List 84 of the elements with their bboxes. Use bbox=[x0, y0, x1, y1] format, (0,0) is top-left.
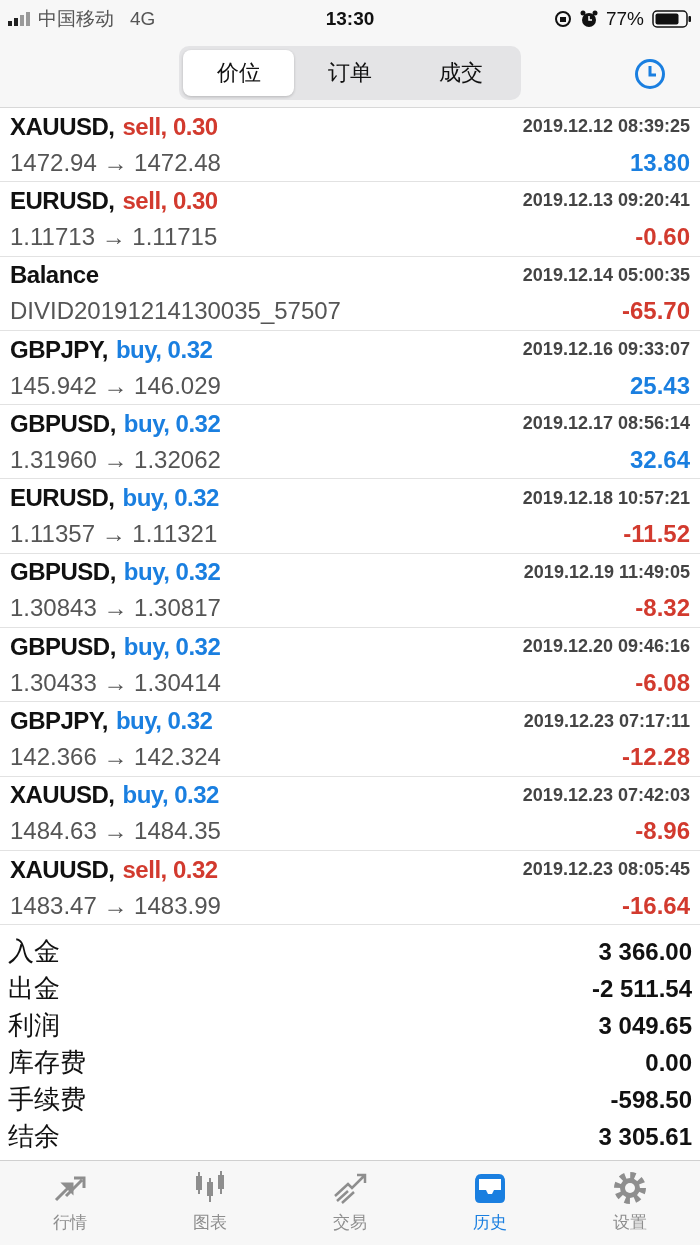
deal-time: 2019.12.17 08:56:14 bbox=[522, 412, 690, 436]
symbol-label: GBPJPY, bbox=[10, 334, 108, 365]
summary-label: 结余 bbox=[8, 1120, 60, 1154]
network-type: 4G bbox=[130, 6, 156, 31]
price-change: 1.30433 → 1.30414 bbox=[10, 667, 221, 698]
price-change: 142.366 → 142.324 bbox=[10, 742, 221, 772]
symbol-label: GBPUSD, bbox=[10, 557, 116, 588]
profit-value: 13.80 bbox=[629, 147, 690, 178]
price-change: 145.942 → 146.029 bbox=[10, 370, 221, 401]
order-side-volume: sell, 0.30 bbox=[122, 111, 218, 142]
tab-bar-item[interactable]: 交易 bbox=[295, 1210, 405, 1236]
history-clock-icon[interactable] bbox=[634, 58, 666, 90]
deal-time: 2019.12.12 08:39:25 bbox=[522, 115, 690, 139]
battery-percent: 77% bbox=[605, 6, 644, 31]
deal-time: 2019.12.13 09:20:41 bbox=[522, 189, 690, 213]
order-side-volume: sell, 0.30 bbox=[122, 185, 218, 216]
order-side-volume: buy, 0.32 bbox=[122, 483, 219, 514]
symbol-label: Balance bbox=[10, 260, 99, 291]
summary-value: 0.00 bbox=[645, 1047, 692, 1078]
profit-value: 25.43 bbox=[629, 370, 690, 401]
tab-bar-item[interactable]: 图表 bbox=[155, 1210, 265, 1236]
deal-time: 2019.12.18 10:57:21 bbox=[522, 486, 690, 510]
deal-time: 2019.12.23 08:05:45 bbox=[522, 858, 690, 882]
profit-value: -0.60 bbox=[635, 221, 690, 252]
profit-value: -6.08 bbox=[635, 667, 690, 698]
order-side-volume: sell, 0.32 bbox=[122, 854, 218, 885]
price-change: 1483.47 → 1483.99 bbox=[10, 890, 221, 921]
segment-tab[interactable]: 成交 bbox=[405, 49, 517, 96]
profit-value: -8.96 bbox=[635, 816, 690, 847]
order-side-volume: buy, 0.32 bbox=[115, 334, 213, 365]
summary-label: 库存费 bbox=[8, 1046, 86, 1080]
summary-value: 3 049.65 bbox=[598, 1010, 692, 1041]
symbol-label: GBPUSD, bbox=[10, 408, 116, 439]
summary-value: -2 511.54 bbox=[591, 973, 692, 1004]
order-side-volume: buy, 0.32 bbox=[123, 408, 221, 439]
summary-value: -598.50 bbox=[610, 1084, 692, 1115]
price-change: 1.30843 → 1.30817 bbox=[10, 593, 221, 624]
symbol-label: GBPUSD, bbox=[10, 631, 116, 662]
price-change: 1484.63 → 1484.35 bbox=[10, 816, 221, 847]
segment-tab[interactable]: 价位 bbox=[183, 49, 295, 96]
order-side-volume: buy, 0.32 bbox=[122, 780, 219, 811]
carrier-name: 中国移动 bbox=[38, 6, 114, 31]
summary-label: 手续费 bbox=[8, 1083, 86, 1117]
profit-value: -11.52 bbox=[623, 519, 690, 550]
symbol-label: EURUSD, bbox=[10, 483, 115, 514]
profit-value: -65.70 bbox=[621, 296, 690, 327]
balance-comment: DIVID20191214130035_57507 bbox=[10, 296, 341, 327]
symbol-label: XAUUSD, bbox=[10, 111, 115, 142]
profit-value: 32.64 bbox=[629, 444, 690, 475]
tab-bar-item[interactable]: 行情 bbox=[15, 1210, 125, 1236]
price-change: 1472.94 → 1472.48 bbox=[10, 147, 221, 178]
signal-icon bbox=[8, 12, 30, 26]
summary-label: 利润 bbox=[8, 1009, 60, 1043]
alarm-icon bbox=[579, 10, 598, 28]
battery-icon bbox=[652, 10, 692, 28]
order-side-volume: buy, 0.32 bbox=[123, 557, 221, 588]
tab-bar-item[interactable]: 历史 bbox=[435, 1210, 545, 1236]
rotation-lock-icon bbox=[553, 10, 572, 28]
segment-tab[interactable]: 订单 bbox=[294, 49, 406, 96]
profit-value: -8.32 bbox=[635, 593, 690, 624]
price-change: 1.11357 → 1.11321 bbox=[10, 519, 218, 550]
symbol-label: EURUSD, bbox=[10, 185, 115, 216]
settings-icon[interactable] bbox=[612, 1170, 648, 1207]
order-side-volume: buy, 0.32 bbox=[115, 706, 213, 736]
deal-time: 2019.12.14 05:00:35 bbox=[522, 263, 690, 287]
profit-value: -12.28 bbox=[621, 742, 690, 772]
symbol-label: GBPJPY, bbox=[10, 706, 108, 736]
summary-value: 3 305.61 bbox=[598, 1121, 692, 1152]
clock-time: 13:30 bbox=[325, 7, 375, 29]
order-side-volume: buy, 0.32 bbox=[123, 631, 221, 662]
tab-bar-item[interactable]: 设置 bbox=[575, 1210, 685, 1236]
summary-value: 3 366.00 bbox=[598, 936, 692, 967]
summary-label: 出金 bbox=[8, 972, 60, 1006]
deal-time: 2019.12.23 07:17:11 bbox=[523, 709, 690, 733]
symbol-label: XAUUSD, bbox=[10, 854, 115, 885]
price-change: 1.31960 → 1.32062 bbox=[10, 444, 221, 475]
deal-time: 2019.12.19 11:49:05 bbox=[523, 560, 690, 584]
deal-time: 2019.12.16 09:33:07 bbox=[522, 338, 690, 362]
deal-time: 2019.12.20 09:46:16 bbox=[522, 635, 690, 659]
price-change: 1.11713 → 1.11715 bbox=[10, 221, 218, 252]
symbol-label: XAUUSD, bbox=[10, 780, 115, 811]
deal-time: 2019.12.23 07:42:03 bbox=[522, 783, 690, 807]
summary-label: 入金 bbox=[8, 935, 60, 969]
profit-value: -16.64 bbox=[621, 890, 690, 921]
